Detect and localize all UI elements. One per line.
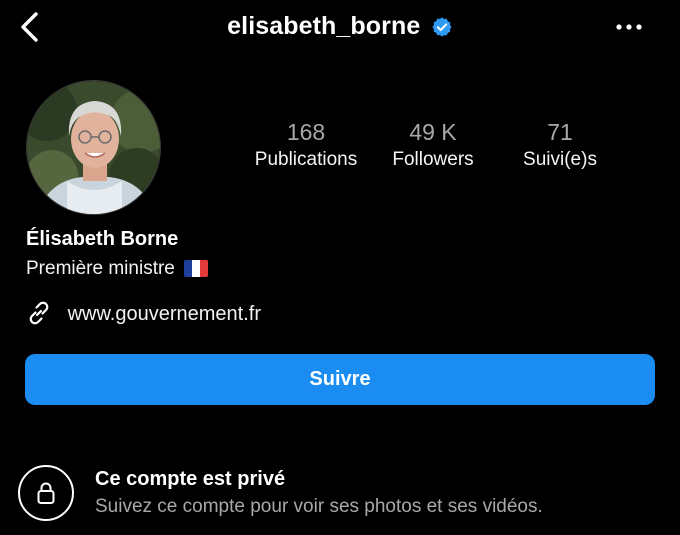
french-flag-icon <box>184 260 209 277</box>
verified-badge-icon <box>432 16 452 37</box>
website-text: www.gouvernement.fr <box>67 303 261 325</box>
private-account-title: Ce compte est privé <box>95 468 286 490</box>
profile-avatar[interactable] <box>26 80 161 215</box>
stat-followers[interactable]: 49 K Followers <box>380 118 486 174</box>
profile-bio: Première ministre <box>26 258 209 280</box>
following-label: Suivi(e)s <box>523 149 597 170</box>
followers-label: Followers <box>392 149 474 170</box>
profile-full-name: Élisabeth Borne <box>26 228 179 250</box>
lock-icon <box>37 482 55 504</box>
avatar-photo <box>27 81 160 214</box>
stat-following[interactable]: 71 Suivi(e)s <box>510 118 610 174</box>
posts-label: Publications <box>254 149 358 170</box>
followers-count: 49 K <box>409 119 457 145</box>
more-options-button[interactable] <box>614 16 644 38</box>
following-count: 71 <box>547 119 573 145</box>
profile-website-link[interactable]: www.gouvernement.fr <box>26 300 261 326</box>
profile-username: elisabeth_borne <box>227 12 421 40</box>
top-navigation-bar: elisabeth_borne <box>0 0 680 56</box>
more-horizontal-icon <box>616 24 642 30</box>
follow-button[interactable]: Suivre <box>25 354 655 405</box>
private-account-subtitle: Suivez ce compte pour voir ses photos et… <box>95 496 543 517</box>
stat-posts: 168 Publications <box>247 118 365 174</box>
link-icon <box>29 301 49 325</box>
posts-count: 168 <box>286 119 326 145</box>
header-title: elisabeth_borne <box>0 12 680 41</box>
private-lock-badge <box>18 465 74 521</box>
bio-text: Première ministre <box>26 258 175 279</box>
